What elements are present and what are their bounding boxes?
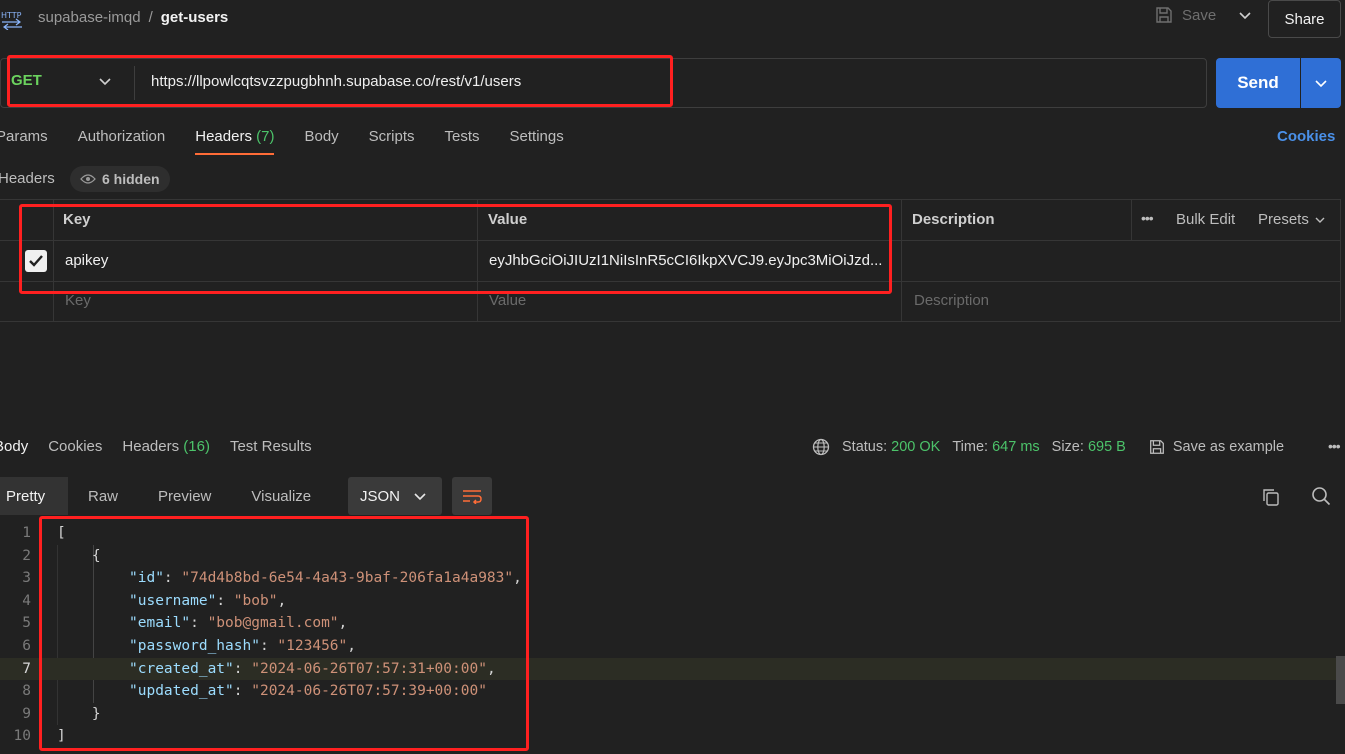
send-button[interactable]: Send [1216,58,1300,108]
breadcrumb: supabase-imqd / get-users [38,9,228,26]
headers-section-label: Headers [0,170,55,187]
chevron-down-icon[interactable] [1238,8,1252,22]
tab-body[interactable]: Body [304,128,338,145]
eye-icon [80,174,96,184]
line-number: 3 [22,570,31,587]
size-value: 695 B [1087,439,1126,455]
response-meta: Status: 200 OK Time: 647 ms Size: 695 B … [812,438,1284,456]
scrollbar-thumb[interactable] [1336,656,1345,704]
tab-scripts[interactable]: Scripts [369,128,415,145]
tab-authorization[interactable]: Authorization [78,128,166,145]
chevron-down-icon [414,493,426,501]
format-label: JSON [360,487,401,505]
tab-headers-count: (7) [256,128,275,145]
line-number: 8 [22,683,31,700]
line-number: 10 [13,728,31,745]
tab-settings[interactable]: Settings [510,128,564,145]
column-header-description: Description [912,211,995,228]
send-options-button[interactable] [1301,58,1341,108]
line-number: 7 [22,660,31,677]
response-headers-count: (16) [183,438,210,455]
annotation-box-url [7,55,673,107]
tab-params[interactable]: Params [0,128,48,145]
time-value: 647 ms [992,439,1040,455]
request-tabs: Params Authorization Headers (7) Body Sc… [0,128,564,155]
response-tab-body[interactable]: Body [0,438,28,455]
time-readout: Time: 647 ms [952,439,1039,455]
line-number: 9 [22,705,31,722]
new-key-input[interactable]: Key [65,292,91,309]
save-icon [1156,7,1172,23]
body-view-tabs: Pretty Raw Preview Visualize [0,477,331,515]
view-tab-raw[interactable]: Raw [68,477,138,515]
share-button[interactable]: Share [1268,0,1341,38]
save-icon [1149,440,1164,454]
presets-label: Presets [1258,211,1309,228]
line-number: 1 [22,525,31,541]
response-tab-cookies[interactable]: Cookies [48,438,102,455]
line-number: 2 [22,547,31,564]
globe-icon[interactable] [812,438,830,456]
response-tab-headers[interactable]: Headers (16) [122,438,210,455]
svg-text:HTTP: HTTP [1,11,22,20]
copy-icon[interactable] [1261,487,1281,507]
presets-dropdown[interactable]: Presets [1258,211,1325,228]
new-value-input[interactable]: Value [489,292,526,309]
line-number: 5 [22,615,31,632]
bulk-edit-button[interactable]: Bulk Edit [1176,211,1235,228]
size-label: Size: [1051,439,1084,455]
wrap-icon [463,490,482,504]
view-tab-visualize[interactable]: Visualize [231,477,331,515]
workspace-link[interactable]: supabase-imqd [38,9,141,26]
status-value: 200 OK [891,439,941,455]
tab-headers-label: Headers [195,128,252,145]
view-tab-pretty[interactable]: Pretty [0,477,68,515]
response-tab-headers-label: Headers [122,438,180,455]
chevron-down-icon [1315,217,1325,223]
view-tab-preview[interactable]: Preview [138,477,231,515]
save-button[interactable]: Save [1154,5,1216,25]
request-name[interactable]: get-users [161,9,229,26]
response-tab-test-results[interactable]: Test Results [230,438,312,455]
tab-headers[interactable]: Headers (7) [195,128,275,155]
size-readout: Size: 695 B [1052,439,1126,455]
save-as-example-button[interactable]: Save as example [1148,438,1284,456]
annotation-box-response [39,516,529,751]
hidden-count: 6 hidden [102,171,160,187]
tab-tests[interactable]: Tests [445,128,480,145]
line-number: 4 [22,592,31,609]
more-options-icon[interactable]: ••• [1328,438,1341,454]
save-label: Save [1182,6,1217,24]
new-description-input[interactable]: Description [914,292,989,309]
http-icon: HTTP [0,6,24,31]
save-group: Save [1154,5,1252,25]
more-options-icon[interactable]: ••• [1141,210,1154,226]
format-select[interactable]: JSON [348,477,442,515]
line-number: 6 [22,637,31,654]
annotation-box-headers [19,204,892,294]
hidden-headers-toggle[interactable]: 6 hidden [70,166,170,192]
search-icon[interactable] [1311,486,1331,506]
time-label: Time: [952,439,989,455]
wrap-lines-button[interactable] [452,477,492,515]
chevron-down-icon [1315,80,1327,88]
breadcrumb-separator: / [148,9,153,26]
status-readout: Status: 200 OK [842,439,940,455]
status-label: Status: [842,439,888,455]
save-as-example-label: Save as example [1172,439,1285,455]
response-tabs: Body Cookies Headers (16) Test Results [0,438,312,455]
cookies-link[interactable]: Cookies [1277,128,1335,145]
